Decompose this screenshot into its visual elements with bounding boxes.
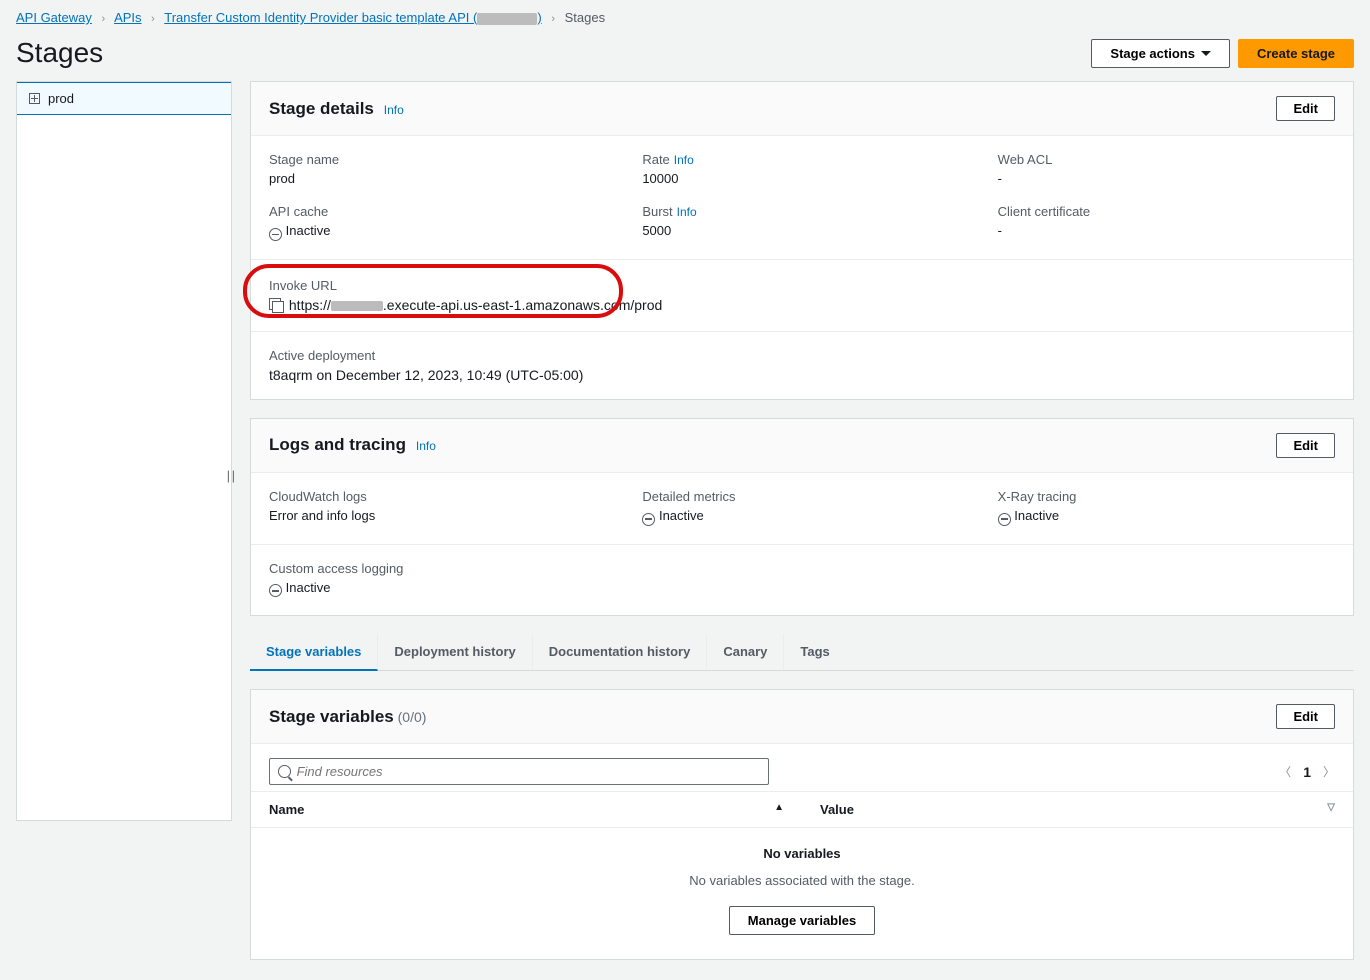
active-deployment-value: t8aqrm on December 12, 2023, 10:49 (UTC-… <box>269 367 1335 383</box>
collapse-handle-icon[interactable]: ⎢⎢ <box>227 472 241 486</box>
client-cert-value: - <box>998 223 1335 238</box>
redacted-id <box>477 13 537 25</box>
cloudwatch-value: Error and info logs <box>269 508 624 523</box>
tab-canary[interactable]: Canary <box>707 634 784 670</box>
search-input[interactable] <box>297 764 760 779</box>
active-deployment-label: Active deployment <box>269 348 1335 363</box>
inactive-icon <box>269 228 282 241</box>
burst-value: 5000 <box>642 223 979 238</box>
xray-label: X-Ray tracing <box>998 489 1335 504</box>
empty-title: No variables <box>251 846 1353 861</box>
cloudwatch-label: CloudWatch logs <box>269 489 624 504</box>
tab-stage-variables[interactable]: Stage variables <box>250 634 378 671</box>
expand-icon[interactable] <box>29 93 40 104</box>
detailed-metrics-label: Detailed metrics <box>642 489 979 504</box>
rate-value: 10000 <box>642 171 979 186</box>
invoke-url-label: Invoke URL <box>269 278 1335 293</box>
tab-tags[interactable]: Tags <box>784 634 845 670</box>
page-next-icon[interactable]: 〉 <box>1323 763 1335 780</box>
page-prev-icon[interactable]: 〈 <box>1279 763 1291 780</box>
panel-title: Stage variables <box>269 707 394 726</box>
copy-icon[interactable] <box>269 298 281 310</box>
client-cert-label: Client certificate <box>998 204 1335 219</box>
stage-name-label: Stage name <box>269 152 624 167</box>
edit-logs-button[interactable]: Edit <box>1276 433 1335 458</box>
page-title: Stages <box>16 37 103 69</box>
logs-tracing-panel: Logs and tracing Info Edit CloudWatch lo… <box>250 418 1354 617</box>
page-current: 1 <box>1303 764 1311 780</box>
info-link[interactable]: Info <box>674 153 694 167</box>
inactive-icon <box>642 513 655 526</box>
manage-variables-button[interactable]: Manage variables <box>729 906 875 935</box>
stage-tree-sidebar: prod ⎢⎢ <box>16 81 232 821</box>
create-stage-button[interactable]: Create stage <box>1238 39 1354 68</box>
inactive-icon <box>269 584 282 597</box>
search-icon <box>278 765 291 778</box>
breadcrumb-api-gateway[interactable]: API Gateway <box>16 10 92 25</box>
edit-variables-button[interactable]: Edit <box>1276 704 1335 729</box>
chevron-right-icon: › <box>151 13 155 25</box>
custom-access-value: Inactive <box>269 580 624 598</box>
panel-title: Logs and tracing <box>269 435 406 454</box>
search-input-wrapper[interactable] <box>269 758 769 785</box>
stage-tabs: Stage variables Deployment history Docum… <box>250 634 1354 671</box>
tab-documentation-history[interactable]: Documentation history <box>533 634 708 670</box>
caret-down-icon <box>1201 51 1211 56</box>
breadcrumb-apis[interactable]: APIs <box>114 10 141 25</box>
api-cache-value: Inactive <box>269 223 624 241</box>
web-acl-label: Web ACL <box>998 152 1335 167</box>
col-name[interactable]: Name▲ <box>251 792 802 828</box>
panel-title: Stage details <box>269 99 374 118</box>
api-cache-label: API cache <box>269 204 624 219</box>
rate-label: Rate Info <box>642 152 979 167</box>
tab-deployment-history[interactable]: Deployment history <box>378 634 532 670</box>
empty-subtitle: No variables associated with the stage. <box>251 873 1353 888</box>
stage-name-value: prod <box>269 171 624 186</box>
info-link[interactable]: Info <box>677 205 697 219</box>
invoke-url-value: https://.execute-api.us-east-1.amazonaws… <box>269 297 1335 313</box>
inactive-icon <box>998 513 1011 526</box>
edit-stage-details-button[interactable]: Edit <box>1276 96 1335 121</box>
stage-actions-button[interactable]: Stage actions <box>1091 39 1230 68</box>
col-value[interactable]: Value▽ <box>802 792 1353 828</box>
breadcrumb: API Gateway › APIs › Transfer Custom Ide… <box>0 0 1370 31</box>
breadcrumb-api-name[interactable]: Transfer Custom Identity Provider basic … <box>164 10 541 25</box>
stage-variables-panel: Stage variables (0/0) Edit 〈 1 〉 <box>250 689 1354 960</box>
tree-item-label: prod <box>48 91 74 106</box>
xray-value: Inactive <box>998 508 1335 526</box>
stage-details-panel: Stage details Info Edit Stage name prod … <box>250 81 1354 400</box>
burst-label: Burst Info <box>642 204 979 219</box>
detailed-metrics-value: Inactive <box>642 508 979 526</box>
redacted-api-id <box>331 301 383 311</box>
pagination: 〈 1 〉 <box>1279 763 1335 780</box>
breadcrumb-current: Stages <box>565 10 605 25</box>
sort-desc-icon: ▽ <box>1327 802 1335 813</box>
custom-access-label: Custom access logging <box>269 561 624 576</box>
sort-asc-icon: ▲ <box>774 802 784 813</box>
tree-item-prod[interactable]: prod <box>17 82 231 115</box>
chevron-right-icon: › <box>551 13 555 25</box>
variables-count: (0/0) <box>398 709 427 725</box>
chevron-right-icon: › <box>102 13 106 25</box>
info-link[interactable]: Info <box>416 439 436 453</box>
info-link[interactable]: Info <box>384 103 404 117</box>
web-acl-value: - <box>998 171 1335 186</box>
